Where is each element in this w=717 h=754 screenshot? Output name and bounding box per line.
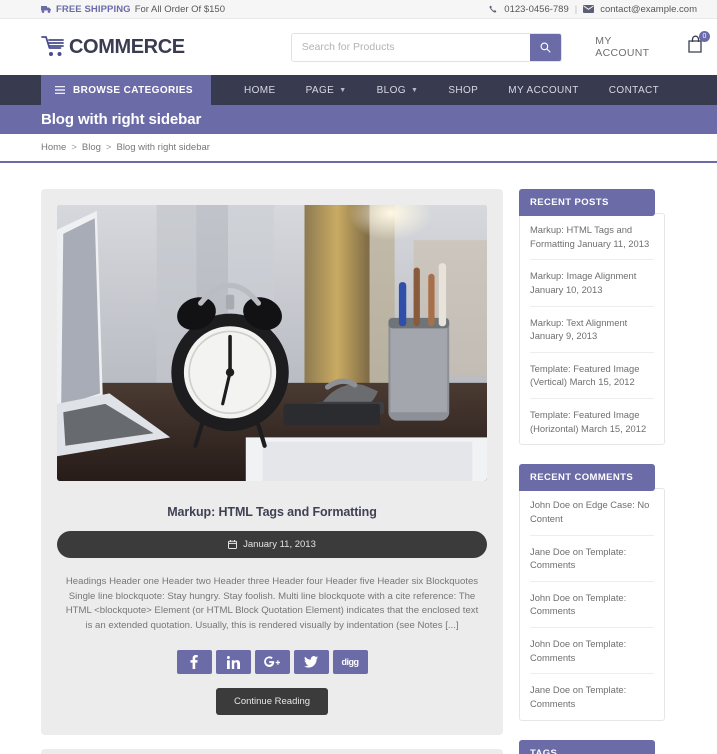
twitter-icon[interactable] [293,650,329,675]
search-bar [290,32,563,62]
breadcrumb: Home > Blog > Blog with right sidebar [0,134,717,163]
post-date-button[interactable]: January 11, 2013 [57,531,487,558]
widget-tags: TAGS 8BIT alignment Articles aside audio… [519,739,665,754]
breadcrumb-separator: > [105,142,112,153]
browse-categories-label: BROWSE CATEGORIES [73,84,193,96]
digg-label: digg [341,657,360,668]
list-item[interactable]: John Doe on Edge Case: No Content [530,489,654,536]
email-address[interactable]: contact@example.com [600,4,697,15]
nav-item-home[interactable]: HOME [229,85,291,96]
hamburger-icon [55,86,65,94]
topbar-separator: | [574,3,578,15]
page-title: Blog with right sidebar [41,111,202,128]
site-header: COMMERCE MY ACCOUNT 0 [0,19,717,75]
list-item[interactable]: Template: Featured Image (Vertical) Marc… [530,353,654,399]
shipping-label: FREE SHIPPING [56,3,131,15]
page-title-bar: Blog with right sidebar [0,105,717,134]
nav-menu: HOME PAGE ▼ BLOG ▼ SHOP MY ACCOUNT CONTA… [229,75,674,105]
widget-title: RECENT COMMENTS [519,464,655,492]
calendar-icon [228,540,238,549]
post-title[interactable]: Markup: HTML Tags and Formatting [57,505,487,519]
cart-button[interactable]: 0 [687,31,710,59]
main-column: Markup: HTML Tags and Formatting January… [41,189,503,754]
my-account-link[interactable]: MY ACCOUNT [595,35,663,59]
nav-item-label: CONTACT [608,84,660,96]
cart-count-badge: 0 [699,31,710,42]
post-featured-image[interactable] [57,205,487,481]
sidebar: RECENT POSTS Markup: HTML Tags and Forma… [519,189,665,754]
widget-title: TAGS [519,739,655,754]
chevron-down-icon: ▼ [339,86,347,94]
list-item[interactable]: Markup: Text Alignment January 9, 2013 [530,307,654,353]
shipping-rest: For All Order Of $150 [134,3,225,15]
widget-recent-posts: RECENT POSTS Markup: HTML Tags and Forma… [519,189,665,446]
google-plus-icon[interactable] [254,650,290,675]
list-item[interactable]: Jane Doe on Template: Comments [530,674,654,719]
page-content: Markup: HTML Tags and Formatting January… [0,163,717,754]
shipping-notice: FREE SHIPPING For All Order Of $150 [41,4,225,15]
facebook-icon[interactable] [176,650,212,675]
breadcrumb-blog[interactable]: Blog [82,142,101,153]
list-item[interactable]: Markup: HTML Tags and Formatting January… [530,214,654,261]
list-item[interactable]: Jane Doe on Template: Comments [530,536,654,582]
breadcrumb-current: Blog with right sidebar [116,142,210,153]
nav-item-label: PAGE [305,84,335,96]
widget-recent-comments: RECENT COMMENTS John Doe on Edge Case: N… [519,464,665,721]
widget-title: RECENT POSTS [519,189,655,216]
breadcrumb-home[interactable]: Home [41,142,66,153]
chevron-down-icon: ▼ [410,86,419,94]
main-navigation: BROWSE CATEGORIES HOME PAGE ▼ BLOG ▼ SHO… [0,75,717,105]
continue-reading-button[interactable]: Continue Reading [215,688,329,716]
nav-item-contact[interactable]: CONTACT [594,85,674,96]
nav-item-my-account[interactable]: MY ACCOUNT [493,85,594,96]
nav-item-shop[interactable]: SHOP [433,85,493,96]
phone-number[interactable]: 0123-0456-789 [504,4,568,15]
truck-icon [41,5,52,14]
search-icon [540,42,551,53]
browse-categories-button[interactable]: BROWSE CATEGORIES [41,75,211,105]
search-input[interactable] [291,33,531,61]
site-logo[interactable]: COMMERCE [41,35,185,59]
breadcrumb-separator: > [71,142,77,153]
digg-icon[interactable]: digg [332,650,368,675]
linkedin-icon[interactable] [215,650,251,675]
nav-item-label: BLOG [376,84,406,96]
list-item[interactable]: John Doe on Template: Comments [530,628,654,675]
nav-item-blog[interactable]: BLOG ▼ [362,85,434,96]
blog-post-card: Markup: HTML Tags and Formatting January… [41,189,503,736]
post-date-text: January 11, 2013 [243,539,316,550]
email-icon [583,5,595,13]
shopping-cart-icon [41,35,67,59]
nav-item-label: SHOP [448,84,479,96]
next-post-card[interactable] [41,749,503,754]
list-item[interactable]: Markup: Image Alignment January 10, 2013 [530,260,654,307]
nav-item-page[interactable]: PAGE ▼ [291,85,362,96]
search-button[interactable] [530,33,562,61]
post-excerpt: Headings Header one Header two Header th… [65,576,479,631]
phone-icon [489,5,498,14]
social-share-bar: digg [57,650,487,675]
nav-item-label: MY ACCOUNT [508,84,579,96]
top-bar: FREE SHIPPING For All Order Of $150 0123… [0,0,717,19]
list-item[interactable]: John Doe on Template: Comments [530,582,654,628]
list-item[interactable]: Template: Featured Image (Horizontal) Ma… [530,399,654,444]
nav-item-label: HOME [243,84,276,96]
logo-text: COMMERCE [69,35,185,58]
